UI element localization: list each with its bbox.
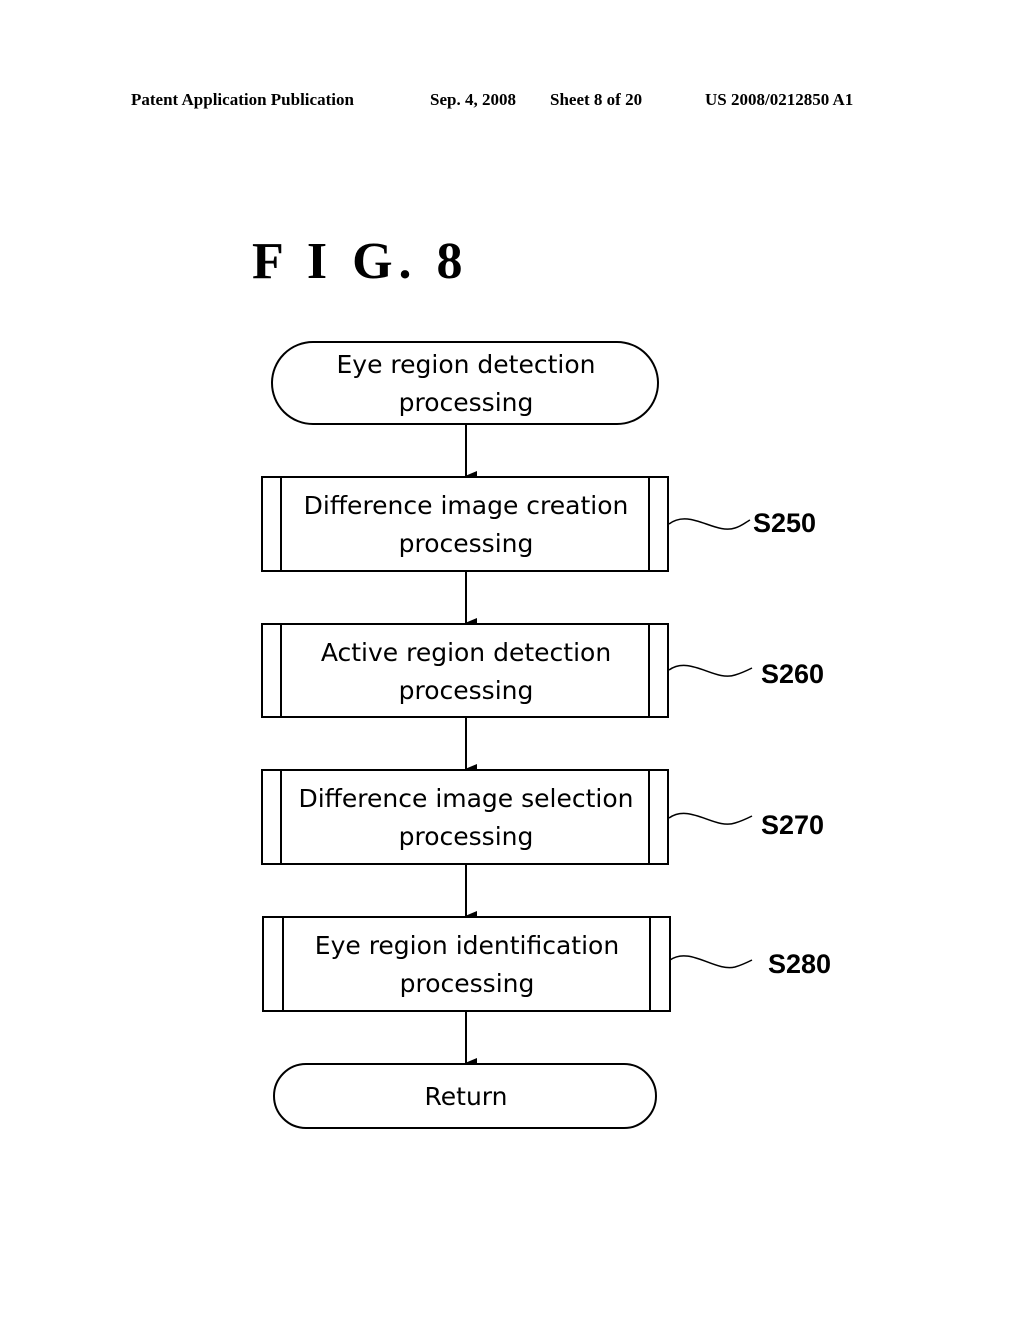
process-s270-line1: Difference image selection — [298, 784, 633, 813]
process-s280: Eye region identification processing S28… — [262, 916, 831, 1012]
process-s270: Difference image selection processing S2… — [261, 769, 824, 865]
start-terminal-line1: Eye region detection — [337, 350, 596, 379]
leader-line-s280 — [669, 955, 753, 969]
process-s260-line1: Active region detection — [321, 638, 611, 667]
step-label-s270: S270 — [761, 810, 824, 840]
leader-line-s270 — [668, 812, 753, 825]
process-s270-line2: processing — [399, 822, 534, 851]
process-s260: Active region detection processing S260 — [261, 623, 824, 718]
process-s280-line2: processing — [400, 969, 535, 998]
step-label-s260: S260 — [761, 659, 824, 689]
step-label-s280: S280 — [768, 949, 831, 979]
process-s250-line2: processing — [399, 529, 534, 558]
end-terminal: Return — [273, 1063, 657, 1129]
process-s250: Difference image creation processing S25… — [261, 476, 816, 572]
step-label-s250: S250 — [753, 508, 816, 538]
leader-line-s260 — [668, 664, 753, 677]
start-terminal: Eye region detection processing — [271, 341, 659, 425]
process-s250-line1: Difference image creation — [304, 491, 629, 520]
flowchart: Eye region detection processing Differen… — [261, 341, 831, 1129]
start-terminal-line2: processing — [399, 388, 534, 417]
leader-line-s250 — [668, 518, 751, 530]
process-s260-line2: processing — [399, 676, 534, 705]
end-terminal-label: Return — [425, 1082, 508, 1111]
process-s280-line1: Eye region identification — [315, 931, 619, 960]
